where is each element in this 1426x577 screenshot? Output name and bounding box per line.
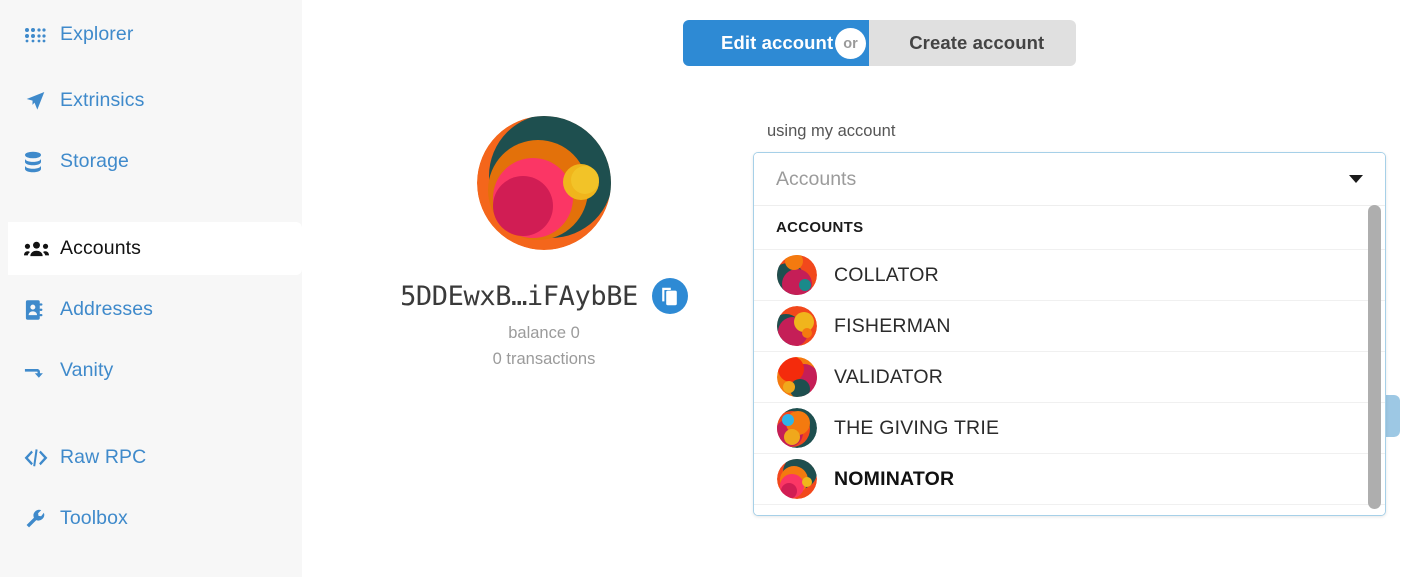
paper-plane-icon [24,89,52,113]
account-mode-toggle: Edit account Create account or [683,20,1077,66]
dropdown-option-label: NOMINATOR [834,467,955,490]
sidebar-item-vanity[interactable]: Vanity [8,344,302,397]
account-identicon [475,114,613,252]
sidebar-item-label: Storage [60,150,129,172]
address-row: 5DDEwxB…iFAybBE [384,278,704,314]
dropdown-option-label: FISHERMAN [834,314,951,337]
account-select-dropdown[interactable]: Accounts ACCOUNTS COLLATOR FISHERMAN VAL… [753,152,1386,516]
identicon-svg [477,116,611,250]
sidebar-item-label: Explorer [60,23,134,45]
sidebar-item-raw-rpc[interactable]: Raw RPC [8,431,302,484]
account-address: 5DDEwxB…iFAybBE [400,280,638,312]
sidebar-item-label: Toolbox [60,507,128,529]
dropdown-option-label: THE GIVING TRIE [834,416,1000,439]
address-book-icon [24,298,52,322]
account-summary: 5DDEwxB…iFAybBE balance 0 0 transactions [384,114,704,369]
dropdown-option-fisherman[interactable]: FISHERMAN [754,301,1385,352]
account-select-menu: ACCOUNTS COLLATOR FISHERMAN VALIDATOR TH… [754,205,1385,515]
sidebar-item-storage[interactable]: Storage [8,135,302,188]
option-identicon [776,356,818,398]
dropdown-group-header: ACCOUNTS [754,206,1385,250]
sidebar-item-label: Addresses [60,298,154,320]
copy-icon[interactable] [651,278,688,314]
app-root: Explorer Extrinsics Storage Accounts Add… [0,0,1426,577]
dropdown-scrollbar[interactable] [1368,205,1381,511]
chevron-down-icon[interactable] [1349,175,1363,183]
option-identicon [776,407,818,449]
users-icon [24,237,52,261]
main-content: Edit account Create account or 5DDEwxB…i… [302,0,1426,577]
dropdown-label: using my account [767,122,896,140]
sidebar-item-addresses[interactable]: Addresses [8,283,302,336]
dropdown-option-nominator[interactable]: NOMINATOR [754,454,1385,505]
sidebar: Explorer Extrinsics Storage Accounts Add… [0,0,302,577]
account-balance: balance 0 [508,324,580,342]
grid-dots-icon [24,23,52,47]
database-icon [24,150,52,174]
sidebar-item-extrinsics[interactable]: Extrinsics [8,74,302,127]
option-identicon [776,254,818,296]
dropdown-option-validator[interactable]: VALIDATOR [754,352,1385,403]
sidebar-item-accounts[interactable]: Accounts [8,222,302,275]
sidebar-item-label: Raw RPC [60,446,147,468]
code-icon [24,446,52,470]
sidebar-item-label: Vanity [60,359,114,381]
account-select-placeholder: Accounts [776,167,857,190]
dropdown-option-label: COLLATOR [834,263,939,286]
dropdown-option-label: VALIDATOR [834,365,944,388]
dropdown-option-collator[interactable]: COLLATOR [754,250,1385,301]
magic-wand-icon [24,359,52,383]
sidebar-item-explorer[interactable]: Explorer [8,8,302,61]
option-identicon [776,305,818,347]
wrench-icon [24,507,52,531]
sidebar-item-label: Accounts [60,237,142,259]
account-transactions: 0 transactions [492,350,596,368]
sidebar-item-toolbox[interactable]: Toolbox [8,492,302,545]
dropdown-option-the-giving-trie[interactable]: THE GIVING TRIE [754,403,1385,454]
option-identicon [776,458,818,500]
create-account-button[interactable]: Create account [869,20,1077,66]
sidebar-item-label: Extrinsics [60,89,145,111]
dropdown-scrollbar-thumb[interactable] [1368,205,1381,509]
or-separator-badge: or [835,28,866,59]
account-select-control[interactable]: Accounts [754,153,1385,205]
